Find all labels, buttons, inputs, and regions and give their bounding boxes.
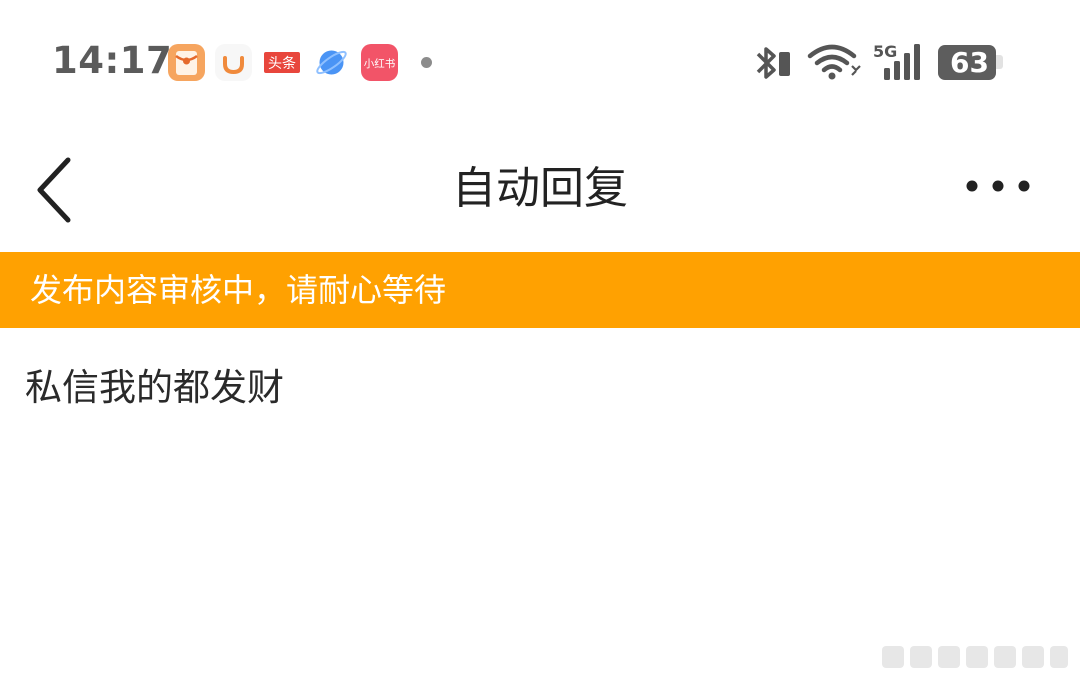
auto-reply-text: 私信我的都发财 [25, 366, 284, 409]
page-title: 自动回复 [452, 163, 628, 214]
browser-app-icon [313, 44, 350, 81]
toutiao-app-icon: 头条 [263, 44, 301, 81]
battery-tip [996, 55, 1003, 69]
more-options-button[interactable] [958, 166, 1038, 206]
navigation-bar: 自动回复 [0, 130, 1080, 250]
more-notifications-dot [421, 57, 432, 68]
review-status-banner: 发布内容审核中，请耐心等待 [0, 252, 1080, 328]
didi-app-icon [215, 44, 252, 81]
bluetooth-icon [756, 47, 790, 79]
xiaohongshu-app-icon: 小红书 [361, 44, 398, 81]
network-type-label: 5G [873, 42, 897, 61]
app-screen: 14:17 头条 小红书 5G 63 自动回复 发布内容审核中，请耐心等待 私信… [0, 0, 1080, 682]
status-bar: 14:17 头条 小红书 5G 63 [0, 0, 1080, 120]
more-horizontal-icon [966, 180, 1030, 192]
status-time: 14:17 [52, 39, 173, 82]
red-envelope-app-icon [168, 44, 205, 81]
xiaohongshu-icon-label: 小红书 [364, 57, 396, 70]
wifi-icon [807, 44, 861, 80]
watermark [882, 646, 1068, 668]
cellular-signal-icon: 5G [873, 42, 920, 80]
toutiao-icon-label: 头条 [268, 55, 296, 72]
review-status-text: 发布内容审核中，请耐心等待 [30, 271, 447, 309]
battery-level: 63 [950, 46, 989, 79]
